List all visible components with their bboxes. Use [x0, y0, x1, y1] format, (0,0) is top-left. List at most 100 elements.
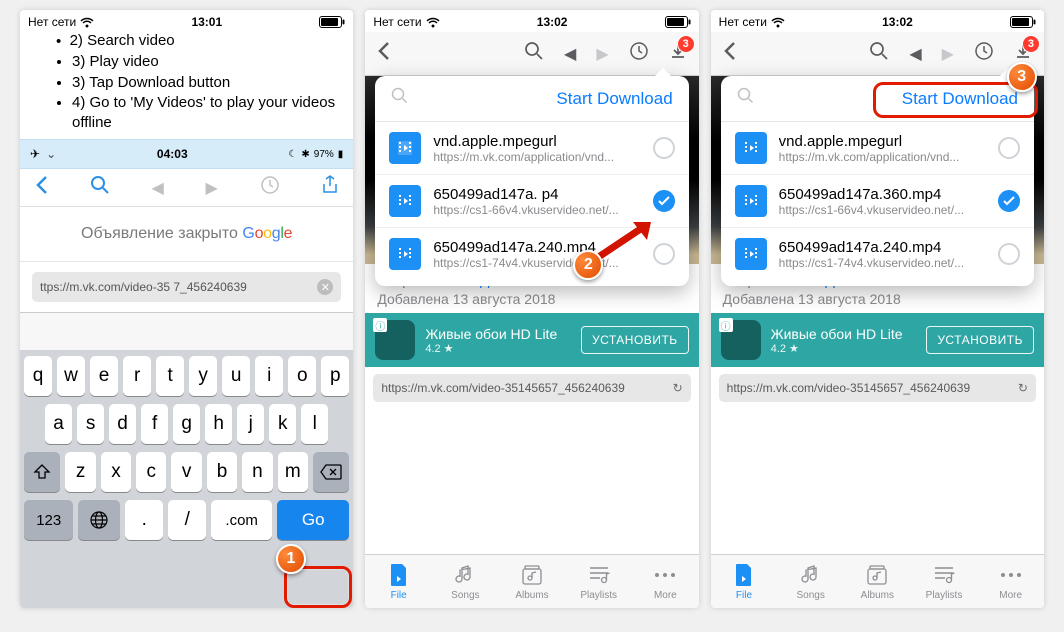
- ad-banner[interactable]: ⓘ Живые обои HD Lite 4.2 ★ УСТАНОВИТЬ: [365, 313, 698, 367]
- key-q[interactable]: q: [24, 356, 52, 396]
- tab-albums[interactable]: Albums: [844, 555, 911, 608]
- key-123[interactable]: 123: [24, 500, 73, 540]
- key-slash[interactable]: /: [168, 500, 206, 540]
- dropdown-search-icon[interactable]: [391, 87, 409, 110]
- tab-file[interactable]: File: [711, 555, 778, 608]
- reload-icon[interactable]: ↻: [1018, 381, 1028, 395]
- search-icon[interactable]: [869, 41, 889, 66]
- next-icon[interactable]: ▶: [942, 44, 954, 64]
- ad-marker-icon: ⓘ: [719, 318, 733, 332]
- keyboard-accessory: [20, 312, 353, 350]
- url-input[interactable]: ttps://m.vk.com/video-35 7_456240639 ✕: [32, 272, 341, 302]
- back-icon[interactable]: [34, 175, 48, 200]
- key-b[interactable]: b: [207, 452, 237, 492]
- search-icon[interactable]: [90, 175, 110, 200]
- key-s[interactable]: s: [77, 404, 104, 444]
- key-e[interactable]: e: [90, 356, 118, 396]
- key-l[interactable]: l: [301, 404, 328, 444]
- key-row-3: z x c v b n m: [24, 452, 349, 492]
- key-f[interactable]: f: [141, 404, 168, 444]
- tab-playlists[interactable]: Playlists: [565, 555, 632, 608]
- download-item[interactable]: vnd.apple.mpegurlhttps://m.vk.com/applic…: [721, 122, 1034, 175]
- prev-icon[interactable]: ◀: [564, 44, 576, 64]
- tab-albums[interactable]: Albums: [499, 555, 566, 608]
- tab-more[interactable]: More: [977, 555, 1044, 608]
- key-t[interactable]: t: [156, 356, 184, 396]
- download-item[interactable]: 650499ad147a.240.mp4https://cs1-74v4.vku…: [721, 228, 1034, 280]
- key-globe[interactable]: [78, 500, 120, 540]
- video-file-icon: [389, 185, 421, 217]
- songs-icon: [452, 562, 478, 588]
- next-icon[interactable]: ▶: [206, 178, 218, 198]
- downloads-icon[interactable]: 3: [669, 41, 687, 66]
- prev-icon[interactable]: ◀: [151, 178, 163, 198]
- download-item[interactable]: vnd.apple.mpegurlhttps://m.vk.com/applic…: [375, 122, 688, 175]
- key-p[interactable]: p: [321, 356, 349, 396]
- history-icon[interactable]: [260, 175, 280, 200]
- app-toolbar: ◀ ▶ 3: [365, 32, 698, 76]
- wifi-icon: [426, 17, 440, 28]
- ad-app-icon: ⓘ: [721, 320, 761, 360]
- carrier-label: Нет сети: [373, 15, 421, 29]
- key-w[interactable]: w: [57, 356, 85, 396]
- key-j[interactable]: j: [237, 404, 264, 444]
- back-icon[interactable]: [377, 41, 390, 66]
- ad-install-button[interactable]: УСТАНОВИТЬ: [581, 326, 689, 354]
- video-date: Добавлена 13 августа 2018: [723, 291, 1032, 307]
- pct-icon: 97%: [314, 149, 334, 160]
- url-text: ttps://m.vk.com/video-35 7_456240639: [40, 280, 247, 294]
- key-z[interactable]: z: [65, 452, 95, 492]
- back-icon[interactable]: [723, 41, 736, 66]
- key-shift[interactable]: [24, 452, 60, 492]
- tab-songs[interactable]: Songs: [777, 555, 844, 608]
- history-icon[interactable]: [974, 41, 994, 66]
- key-i[interactable]: i: [255, 356, 283, 396]
- ad-banner[interactable]: ⓘ Живые обои HD Lite 4.2 ★ УСТАНОВИТЬ: [711, 313, 1044, 367]
- tab-songs[interactable]: Songs: [432, 555, 499, 608]
- tab-more[interactable]: More: [632, 555, 699, 608]
- key-n[interactable]: n: [242, 452, 272, 492]
- key-u[interactable]: u: [222, 356, 250, 396]
- key-delete[interactable]: [313, 452, 349, 492]
- url-bar[interactable]: https://m.vk.com/video-35145657_45624063…: [719, 374, 1036, 402]
- tab-playlists[interactable]: Playlists: [911, 555, 978, 608]
- key-a[interactable]: a: [45, 404, 72, 444]
- search-icon[interactable]: [524, 41, 544, 66]
- select-radio[interactable]: [998, 190, 1020, 212]
- status-bar: Нет сети 13:01: [20, 10, 353, 32]
- reload-icon[interactable]: ↻: [673, 381, 683, 395]
- select-radio[interactable]: [653, 137, 675, 159]
- key-h[interactable]: h: [205, 404, 232, 444]
- url-bar[interactable]: https://m.vk.com/video-35145657_45624063…: [373, 374, 690, 402]
- screenshot-2: Отправитель: Apple Добавлена 13 августа …: [365, 10, 698, 608]
- clear-url-icon[interactable]: ✕: [317, 279, 333, 295]
- share-icon[interactable]: [321, 175, 339, 200]
- key-g[interactable]: g: [173, 404, 200, 444]
- instruction-item: 3) Tap Download button: [72, 73, 335, 93]
- key-k[interactable]: k: [269, 404, 296, 444]
- key-x[interactable]: x: [101, 452, 131, 492]
- download-item[interactable]: 650499ad147a.360.mp4https://cs1-66v4.vku…: [721, 175, 1034, 228]
- key-c[interactable]: c: [136, 452, 166, 492]
- start-download-button[interactable]: Start Download: [556, 89, 672, 109]
- key-y[interactable]: y: [189, 356, 217, 396]
- select-radio[interactable]: [653, 190, 675, 212]
- ad-install-button[interactable]: УСТАНОВИТЬ: [926, 326, 1034, 354]
- media-wifi-icon: ⌄: [46, 147, 56, 161]
- start-download-button[interactable]: Start Download: [902, 89, 1018, 109]
- tab-file[interactable]: File: [365, 555, 432, 608]
- key-m[interactable]: m: [278, 452, 308, 492]
- select-radio[interactable]: [998, 243, 1020, 265]
- prev-icon[interactable]: ◀: [909, 44, 921, 64]
- dropdown-search-icon[interactable]: [737, 87, 755, 110]
- key-dot[interactable]: .: [125, 500, 163, 540]
- key-r[interactable]: r: [123, 356, 151, 396]
- key-go[interactable]: Go: [277, 500, 349, 540]
- next-icon[interactable]: ▶: [596, 44, 608, 64]
- key-o[interactable]: o: [288, 356, 316, 396]
- key-d[interactable]: d: [109, 404, 136, 444]
- history-icon[interactable]: [629, 41, 649, 66]
- key-v[interactable]: v: [171, 452, 201, 492]
- select-radio[interactable]: [998, 137, 1020, 159]
- key-com[interactable]: .com: [211, 500, 272, 540]
